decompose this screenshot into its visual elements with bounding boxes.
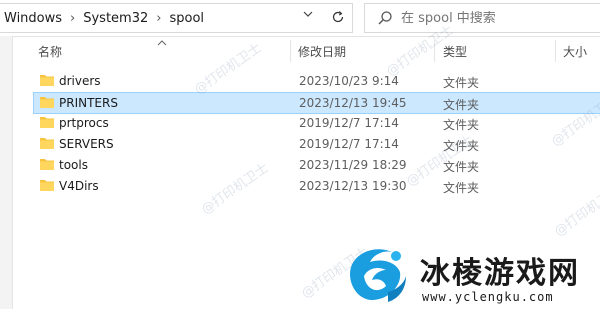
file-name: PRINTERS: [59, 96, 118, 110]
file-type: 文件夹: [443, 139, 480, 153]
list-item[interactable]: V4Dirs 2023/12/13 19:30 文件夹: [34, 176, 600, 196]
breadcrumb-windows[interactable]: Windows: [0, 11, 68, 26]
column-size[interactable]: 大小: [563, 43, 587, 60]
file-name: SERVERS: [59, 137, 114, 151]
list-item[interactable]: SERVERS 2019/12/7 17:14 文件夹: [34, 134, 600, 154]
chevron-down-icon: [303, 11, 313, 17]
file-type: 文件夹: [443, 76, 480, 90]
column-name[interactable]: 名称: [38, 43, 62, 60]
address-toolbar: Windows › System32 › spool: [0, 0, 600, 37]
file-name: prtprocs: [59, 116, 109, 130]
breadcrumb-system32[interactable]: System32: [77, 11, 154, 26]
brand-url: www.yclengku.com: [422, 290, 554, 304]
list-item[interactable]: tools 2023/11/29 18:29 文件夹: [34, 155, 600, 175]
folder-icon: [40, 180, 54, 191]
file-date: 2023/11/29 18:29: [299, 158, 407, 172]
column-date[interactable]: 修改日期: [298, 43, 346, 60]
column-divider[interactable]: [290, 40, 291, 62]
file-type: 文件夹: [443, 118, 480, 132]
search-box[interactable]: [364, 3, 600, 33]
folder-icon: [40, 97, 54, 108]
history-dropdown-button[interactable]: [300, 5, 316, 23]
search-icon: [378, 11, 392, 25]
breadcrumb-separator[interactable]: ›: [154, 11, 163, 26]
search-input[interactable]: [401, 10, 591, 26]
brand-name: 冰棱游戏网: [420, 256, 580, 291]
refresh-icon: [332, 11, 344, 23]
file-name: tools: [59, 158, 88, 172]
file-date: 2023/12/13 19:45: [299, 96, 407, 110]
refresh-button[interactable]: [326, 3, 350, 31]
breadcrumb-separator[interactable]: ›: [68, 11, 77, 26]
list-item[interactable]: drivers 2023/10/23 9:14 文件夹: [34, 71, 600, 91]
column-header: 名称 修改日期 类型 大小: [14, 40, 600, 62]
list-item-selected[interactable]: PRINTERS 2023/12/13 19:45 文件夹: [33, 92, 600, 114]
file-date: 2019/12/7 17:14: [299, 137, 399, 151]
file-date: 2023/12/13 19:30: [299, 179, 407, 193]
file-name: drivers: [59, 74, 101, 88]
file-type: 文件夹: [443, 160, 480, 174]
file-date: 2019/12/7 17:14: [299, 116, 399, 130]
folder-icon: [40, 159, 54, 170]
folder-icon: [40, 117, 54, 128]
file-type: 文件夹: [443, 98, 480, 112]
column-type[interactable]: 类型: [443, 43, 467, 60]
folder-icon: [40, 75, 54, 86]
file-type: 文件夹: [443, 181, 480, 195]
folder-icon: [40, 138, 54, 149]
file-date: 2023/10/23 9:14: [299, 74, 399, 88]
breadcrumb-spool[interactable]: spool: [163, 11, 210, 26]
navigation-pane-edge[interactable]: [0, 36, 13, 309]
column-divider[interactable]: [555, 40, 556, 62]
file-name: V4Dirs: [59, 179, 99, 193]
brand-logo-icon: [350, 249, 406, 302]
list-item[interactable]: prtprocs 2019/12/7 17:14 文件夹: [34, 113, 600, 133]
column-divider[interactable]: [434, 40, 435, 62]
brand-watermark: 冰棱游戏网 www.yclengku.com: [344, 240, 600, 309]
